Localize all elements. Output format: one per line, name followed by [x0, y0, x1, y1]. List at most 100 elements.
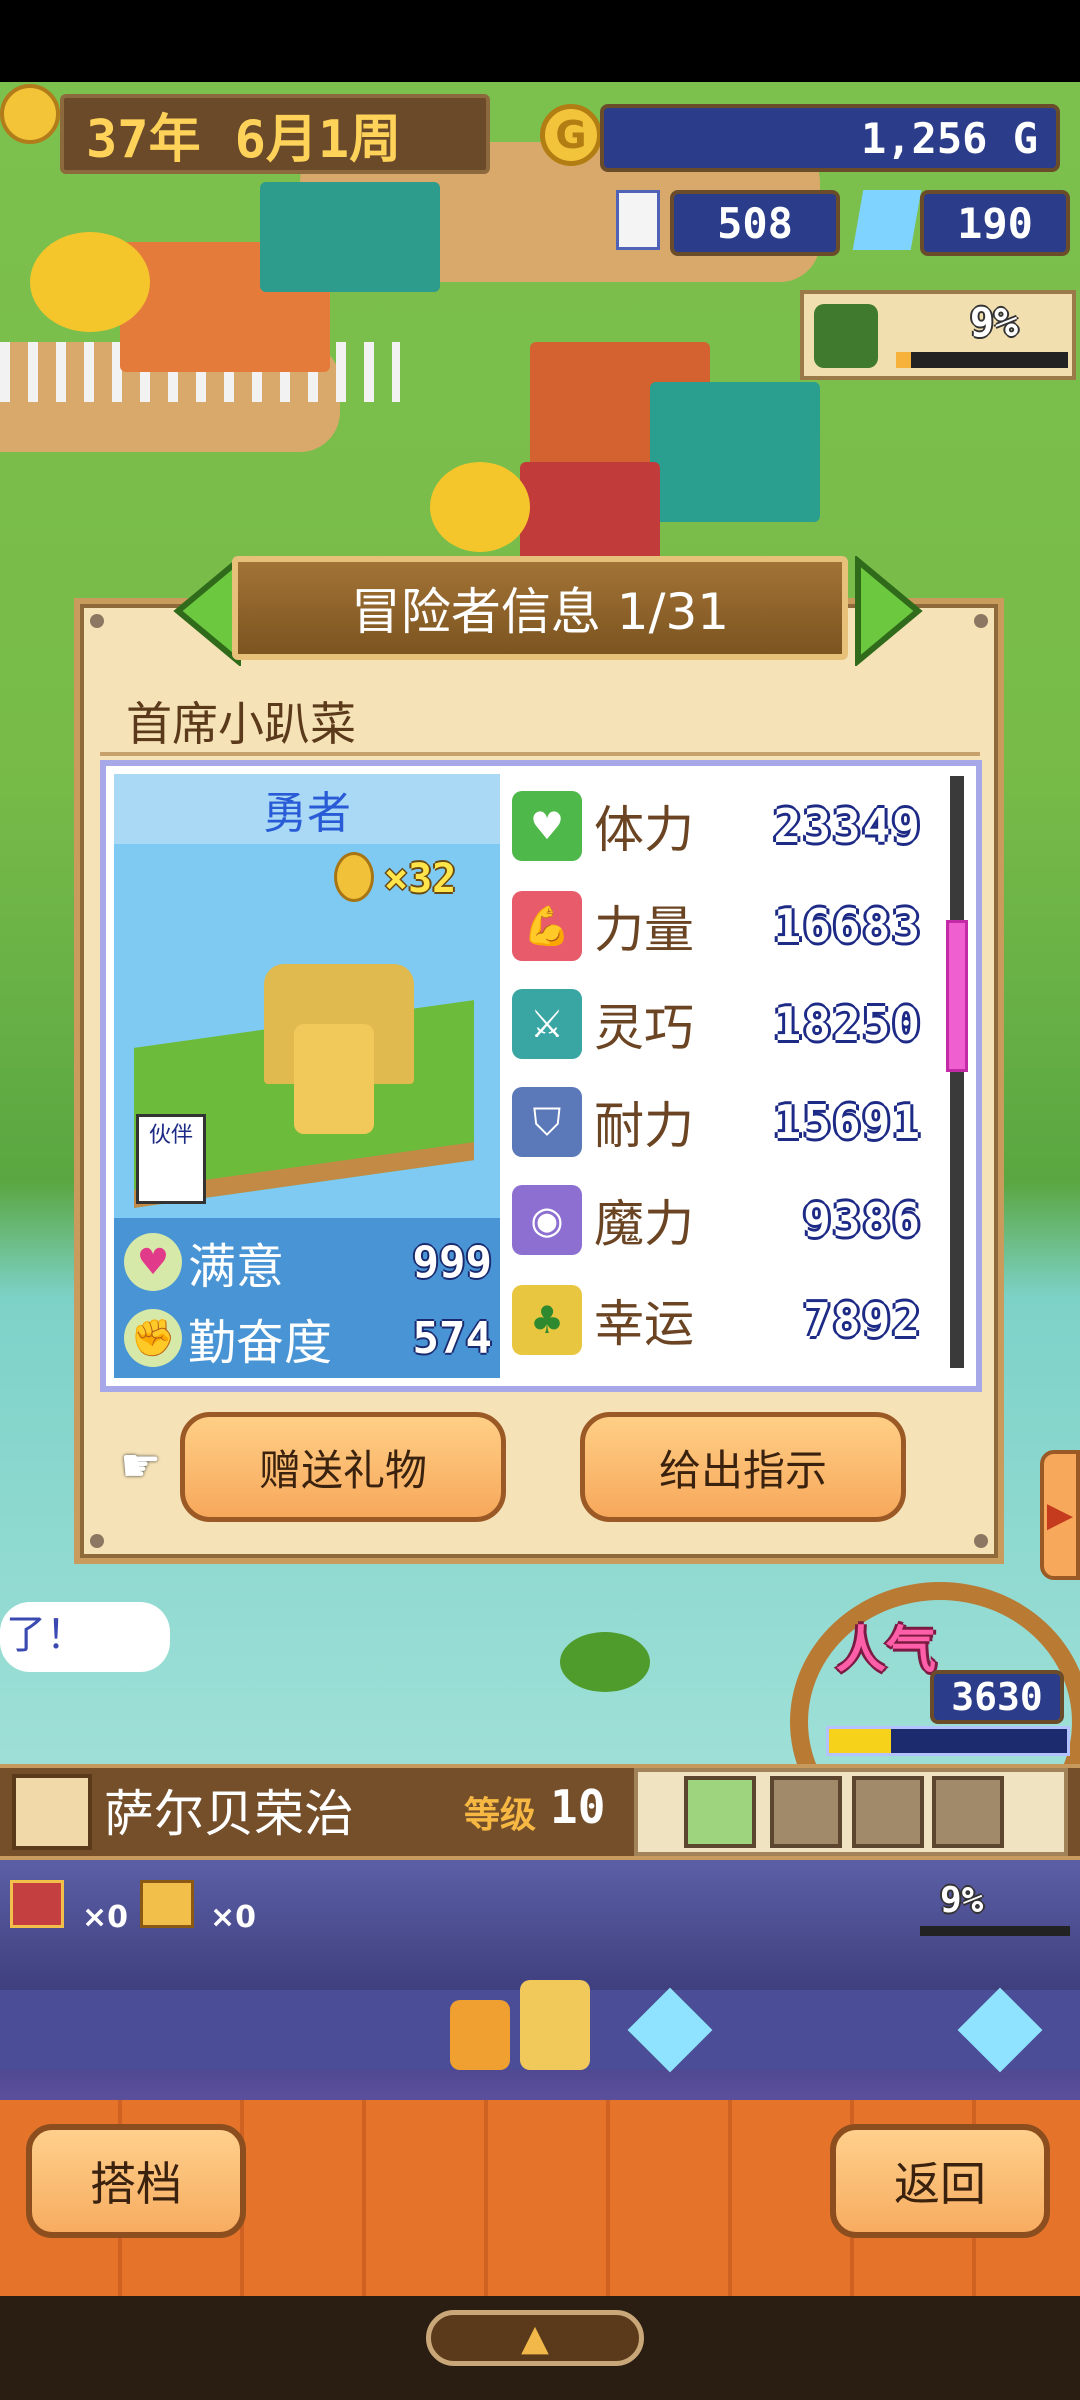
flower-bed [30, 232, 150, 332]
heart-icon: ♥ [124, 1233, 182, 1291]
swords-icon: ⚔ [512, 989, 582, 1059]
level-label: 等级 [464, 1795, 537, 1836]
sun-icon [0, 84, 60, 144]
rivet [974, 614, 988, 628]
magic-orb-icon: ◉ [512, 1185, 582, 1255]
dialog-title: 冒险者信息 1/31 [232, 556, 848, 660]
expand-up-icon[interactable]: ▲ [426, 2310, 644, 2366]
clover-icon: ♣ [512, 1285, 582, 1355]
diligence-row: ✊ 勤奋度 574 [124, 1302, 500, 1374]
divider [100, 752, 980, 756]
hero-name: 萨尔贝荣治 [104, 1785, 354, 1843]
stat-label: 幸运 [594, 1295, 694, 1353]
satisfaction-label: 满意 [188, 1239, 285, 1295]
hero-sprite [294, 1024, 374, 1134]
popularity-label: 人气 [836, 1621, 936, 1679]
stat-value: 7892 [803, 1293, 922, 1347]
diligence-label: 勤奋度 [188, 1315, 333, 1371]
satisfaction-row: ♥ 满意 999 [124, 1226, 500, 1298]
pointer-hand-icon: ☛ [120, 1438, 162, 1492]
house[interactable] [520, 462, 660, 562]
adventurer-name: 首席小趴菜 [126, 697, 356, 751]
progress-bar [896, 352, 1068, 368]
sword-slot-icon[interactable] [684, 1776, 756, 1848]
gold-counter: 1,256 G [600, 104, 1060, 172]
cave-icon [814, 304, 878, 368]
stat-label: 体力 [594, 801, 694, 859]
stat-value: 16683 [773, 899, 922, 953]
hero-avatar[interactable] [12, 1774, 92, 1850]
next-arrow-icon[interactable] [848, 556, 928, 666]
partner-button[interactable]: 搭档 [26, 2124, 246, 2238]
rivet [974, 1534, 988, 1548]
population-icon [616, 190, 660, 250]
diligence-value: 574 [412, 1312, 492, 1364]
stat-value: 18250 [773, 997, 922, 1051]
palm-tree [560, 1632, 650, 1692]
fist-icon: ✊ [124, 1309, 182, 1367]
medal-icon [334, 852, 374, 902]
stat-row-strength: 💪 力量 16683 [512, 884, 922, 968]
monster-sprite [450, 2000, 510, 2070]
stat-row-luck: ♣ 幸运 7892 [512, 1278, 922, 1362]
medal-count: ×32 [384, 856, 457, 902]
partner-label: 伙伴 [148, 1123, 193, 1148]
stat-row-dexterity: ⚔ 灵巧 18250 [512, 982, 922, 1066]
flower-bed [430, 462, 530, 552]
stat-value: 15691 [773, 1095, 922, 1149]
status-bar [0, 0, 1080, 82]
house[interactable] [260, 182, 440, 292]
scrollbar-thumb[interactable] [946, 920, 968, 1072]
progress-percent: 9% [969, 300, 1019, 346]
crystal-icon [852, 190, 922, 250]
speech-bubble: 了！ [0, 1602, 170, 1672]
job-label: 勇者 [114, 774, 500, 844]
stat-label: 耐力 [594, 1097, 694, 1155]
heart-icon: ♥ [512, 791, 582, 861]
back-button[interactable]: 返回 [830, 2124, 1050, 2238]
gold-chest-count: ×0 [210, 1900, 257, 1935]
stat-label: 灵巧 [594, 999, 694, 1057]
popularity-value: 3630 [930, 1670, 1064, 1724]
equipment-slot[interactable] [932, 1776, 1004, 1848]
dungeon-progress: 9% [940, 1880, 984, 1921]
stat-row-stamina: ♥ 体力 23349 [512, 784, 922, 868]
rivet [90, 1534, 104, 1548]
stat-value: 23349 [773, 799, 922, 853]
stats-scrollbar[interactable] [950, 776, 964, 1368]
level-value: 10 [550, 1780, 606, 1834]
side-panel-tab[interactable]: ▶ [1040, 1450, 1080, 1580]
dungeon-scene: ×0 ×0 9% [0, 1860, 1080, 2100]
equipment-slot[interactable] [770, 1776, 842, 1848]
year-label: 37年 [86, 109, 201, 170]
month-week-label: 6月1周 [234, 109, 402, 170]
crystal-counter: 190 [920, 190, 1070, 256]
strength-icon: 💪 [512, 891, 582, 961]
satisfaction-value: 999 [412, 1236, 492, 1288]
progress-fill [896, 352, 912, 368]
stat-row-magic: ◉ 魔力 9386 [512, 1178, 922, 1262]
date-display: 37年 6月1周 [60, 94, 490, 174]
equipment-slot[interactable] [852, 1776, 924, 1848]
popularity-bar [826, 1726, 1070, 1756]
chest-icon [10, 1880, 64, 1928]
gold-chest-icon [140, 1880, 194, 1928]
hero-sprite [520, 1980, 590, 2070]
stat-value: 9386 [803, 1193, 922, 1247]
progress-panel[interactable]: 9% [800, 290, 1076, 380]
navigation-bar: ▲ [0, 2296, 1080, 2400]
gift-button[interactable]: 赠送礼物 [180, 1412, 506, 1522]
partner-badge: 伙伴 [136, 1114, 206, 1204]
instruct-button[interactable]: 给出指示 [580, 1412, 906, 1522]
popularity-fill [829, 1729, 891, 1753]
dungeon-progress-bar [920, 1926, 1070, 1936]
house[interactable] [650, 382, 820, 522]
stat-label: 魔力 [594, 1195, 694, 1253]
stat-row-endurance: ⛉ 耐力 15691 [512, 1080, 922, 1164]
population-counter: 508 [670, 190, 840, 256]
chest-count: ×0 [82, 1900, 129, 1935]
shield-icon: ⛉ [512, 1087, 582, 1157]
stat-label: 力量 [594, 901, 694, 959]
rivet [90, 614, 104, 628]
gold-coin-icon: G [540, 104, 602, 166]
